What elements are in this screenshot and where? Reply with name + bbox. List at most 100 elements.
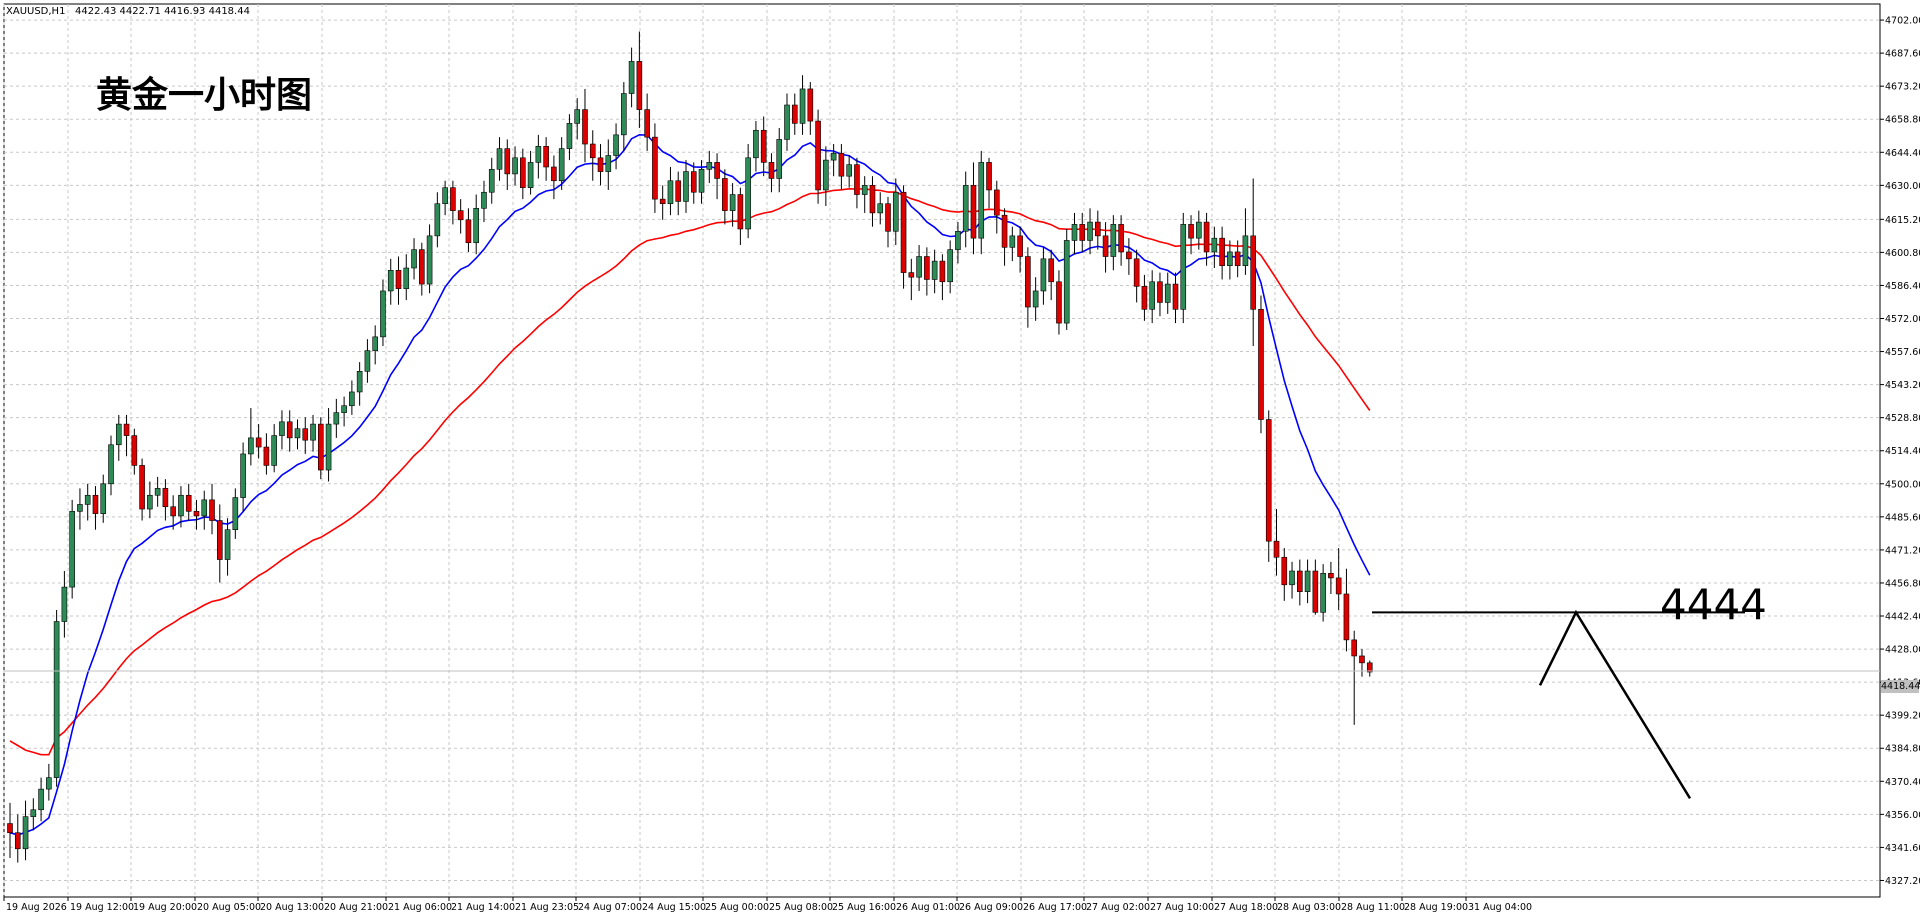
candle-body: [543, 146, 549, 168]
candle: [1211, 226, 1218, 268]
candle: [481, 180, 487, 223]
candle-body: [1126, 251, 1132, 260]
price-axis[interactable]: 4702.00 4687.60 4673.20 4658.80 4644.40 4630.…: [1880, 16, 1920, 887]
x-tick-label: 24 Aug 15:00: [642, 902, 706, 913]
candle: [1172, 272, 1179, 324]
candle: [838, 144, 845, 190]
x-tick-label: 31 Aug 04:00: [1468, 902, 1532, 913]
y-tick-label: 4557.60: [1885, 347, 1920, 358]
candle: [900, 185, 907, 289]
candle: [1343, 568, 1350, 652]
x-tick-label: 28 Aug 19:00: [1404, 902, 1468, 913]
candle: [115, 414, 122, 461]
time-axis[interactable]: 19 Aug 2026 19 Aug 12:0019 Aug 20:00 20 Au…: [3, 897, 1532, 913]
candle-body: [1304, 570, 1311, 592]
candle-body: [667, 180, 674, 205]
candle: [92, 486, 99, 530]
candle-body: [426, 235, 433, 285]
candle: [1017, 226, 1023, 273]
price-chart[interactable]: 4702.00 4687.60 4673.20 4658.80 4644.40 4630.…: [0, 0, 1920, 919]
candle: [799, 75, 806, 135]
candle-body: [799, 88, 806, 124]
y-tick-label: 4658.80: [1885, 115, 1920, 126]
candle: [621, 82, 627, 151]
chart-grid: [3, 3, 1881, 898]
candle-body: [162, 488, 169, 508]
candle: [224, 518, 231, 576]
ma-fast-line: [9, 133, 1371, 836]
candle: [248, 408, 254, 466]
candle: [131, 428, 138, 475]
candle-body: [147, 494, 153, 510]
candle: [737, 187, 744, 246]
x-tick-label: 20 Aug 13:00: [260, 902, 324, 913]
candle-body: [302, 428, 309, 441]
candle-body: [53, 621, 60, 778]
candle-body: [1141, 286, 1148, 310]
candle-body: [193, 511, 200, 517]
candle-body: [115, 423, 122, 446]
candle-body: [1040, 258, 1047, 292]
x-tick-label: 28 Aug 11:00: [1341, 902, 1405, 913]
candle-body: [605, 155, 612, 172]
x-tick-label: 25 Aug 08:00: [769, 902, 833, 913]
candle-body: [846, 164, 852, 177]
y-tick-label: 4428.00: [1885, 645, 1920, 656]
candle: [706, 150, 713, 184]
candle: [1281, 548, 1288, 601]
candle-body: [1133, 258, 1140, 287]
x-tick-label: 21 Aug 23:05: [515, 902, 579, 913]
candle: [263, 433, 270, 475]
candle-body: [1250, 235, 1256, 310]
candle: [1157, 272, 1163, 317]
candle: [162, 479, 169, 521]
y-tick-label: 4687.60: [1885, 49, 1920, 60]
candle: [566, 114, 573, 161]
y-tick-label: 4384.80: [1885, 744, 1920, 755]
candle: [395, 256, 402, 305]
candle-body: [1102, 235, 1109, 257]
candle-body: [279, 421, 285, 436]
y-tick-label: 4514.40: [1885, 446, 1920, 457]
ohlc-label: 4422.43 4422.71 4416.93 4418.44: [75, 6, 250, 17]
candle-body: [333, 412, 340, 425]
candle-body: [1343, 593, 1350, 641]
candle-body: [714, 162, 720, 179]
x-tick-label: 27 Aug 18:00: [1214, 902, 1278, 913]
candle: [504, 139, 511, 190]
candle-body: [170, 506, 176, 517]
candle: [325, 408, 332, 482]
candle: [434, 192, 441, 248]
candle: [53, 610, 60, 787]
ma-fast-layer: [9, 133, 1371, 836]
candle-body: [7, 823, 13, 834]
candle: [185, 483, 192, 521]
candle: [465, 208, 472, 252]
candle-body: [1157, 281, 1163, 303]
candle: [1366, 660, 1373, 677]
candle-body: [224, 529, 231, 560]
candle: [123, 414, 130, 457]
candle: [1133, 249, 1140, 303]
candle: [667, 166, 674, 216]
candle: [605, 139, 612, 190]
candle-body: [14, 832, 21, 850]
current-price-tag: 4418.44: [1881, 680, 1920, 693]
candle: [939, 254, 946, 301]
candle: [271, 424, 277, 473]
candle: [582, 88, 588, 163]
y-tick-label: 4572.00: [1885, 314, 1920, 325]
candle-body: [1227, 251, 1233, 267]
candle-body: [1180, 224, 1187, 310]
candle-body: [885, 203, 891, 232]
candle: [372, 325, 378, 365]
candle-body: [830, 152, 837, 161]
x-tick-label: 26 Aug 17:00: [1023, 902, 1087, 913]
candle: [1032, 277, 1039, 321]
candle-body: [652, 136, 658, 200]
y-tick-label: 4586.40: [1885, 281, 1920, 292]
candle: [419, 242, 425, 296]
candle: [535, 134, 542, 179]
candle: [908, 258, 915, 301]
candle-body: [916, 256, 922, 278]
